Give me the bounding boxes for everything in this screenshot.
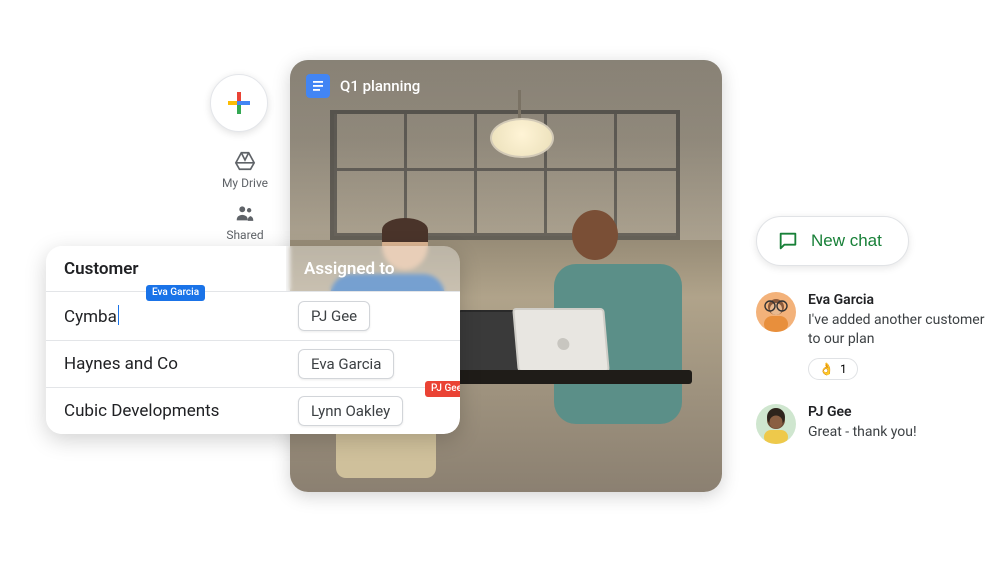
- drive-icon: [234, 150, 256, 172]
- sidebar-item-shared[interactable]: Shared: [215, 202, 275, 242]
- message-text: I've added another customer to our plan: [808, 311, 988, 349]
- customers-table: Customer Assigned to Cymba Eva Garcia PJ…: [46, 246, 460, 434]
- reaction-emoji: 👌: [819, 362, 834, 376]
- assigned-cell[interactable]: Lynn Oakley PJ Gee: [286, 388, 460, 434]
- attached-document-title: Q1 planning: [340, 77, 420, 95]
- reaction-count: 1: [840, 362, 847, 376]
- assignee-chip[interactable]: Eva Garcia: [298, 349, 394, 379]
- assignee-chip[interactable]: PJ Gee: [298, 301, 370, 331]
- message-author: Eva Garcia: [808, 292, 988, 308]
- docs-icon: [306, 74, 330, 98]
- people-icon: [234, 202, 256, 224]
- chat-icon: [777, 230, 799, 252]
- plus-icon: [226, 90, 252, 116]
- customer-cell[interactable]: Cymba Eva Garcia: [46, 292, 286, 340]
- attached-document-chip[interactable]: Q1 planning: [306, 74, 420, 98]
- sidebar-item-label: Shared: [226, 228, 263, 242]
- table-row: Cubic Developments Lynn Oakley PJ Gee: [46, 387, 460, 434]
- table-row: Cymba Eva Garcia PJ Gee: [46, 291, 460, 340]
- column-header-assigned[interactable]: Assigned to: [286, 246, 460, 291]
- collaborator-cursor-flag: Eva Garcia: [146, 285, 205, 301]
- new-chat-label: New chat: [811, 231, 882, 251]
- customer-cell-text: Cymba: [64, 307, 117, 327]
- collaborator-cursor-flag: PJ Gee: [425, 381, 460, 397]
- reaction-chip[interactable]: 👌 1: [808, 358, 858, 380]
- customer-cell[interactable]: Haynes and Co: [46, 341, 286, 387]
- customer-cell[interactable]: Cubic Developments: [46, 388, 286, 434]
- table-header-row: Customer Assigned to: [46, 246, 460, 291]
- sidebar-item-label: My Drive: [222, 176, 268, 190]
- drive-new-button[interactable]: [210, 74, 268, 132]
- message-author: PJ Gee: [808, 404, 917, 420]
- assigned-cell[interactable]: PJ Gee: [286, 292, 460, 340]
- text-caret: [118, 305, 119, 325]
- sidebar-item-my-drive[interactable]: My Drive: [215, 150, 275, 190]
- avatar[interactable]: [756, 292, 796, 332]
- message-text: Great - thank you!: [808, 423, 917, 442]
- new-chat-button[interactable]: New chat: [756, 216, 909, 266]
- table-row: Haynes and Co Eva Garcia: [46, 340, 460, 387]
- chat-message: Eva Garcia I've added another customer t…: [756, 292, 988, 380]
- assignee-chip[interactable]: Lynn Oakley: [298, 396, 403, 426]
- chat-message: PJ Gee Great - thank you!: [756, 404, 917, 444]
- avatar[interactable]: [756, 404, 796, 444]
